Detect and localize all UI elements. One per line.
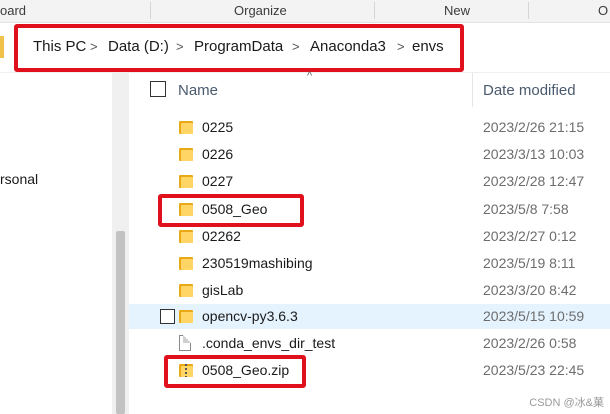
highlight-box-address (14, 24, 464, 72)
item-name: 230519mashibing (202, 255, 313, 271)
folder-icon (179, 174, 193, 189)
scrollbar-thumb[interactable] (116, 231, 125, 414)
list-item[interactable]: .conda_envs_dir_test 2023/2/26 0:58 (129, 331, 610, 356)
item-name: 0225 (202, 119, 234, 135)
column-date-modified[interactable]: Date modified (483, 82, 576, 99)
list-item[interactable]: 0226 2023/3/13 10:03 (129, 142, 610, 167)
item-date: 2023/5/15 10:59 (483, 308, 585, 324)
item-date: 2023/5/8 7:58 (483, 201, 569, 217)
folder-icon (179, 120, 193, 135)
select-all-checkbox[interactable] (150, 81, 166, 97)
ribbon-group-new: New (444, 3, 471, 18)
folder-icon (179, 229, 193, 244)
list-item[interactable]: 0225 2023/2/26 21:15 (129, 115, 610, 140)
ribbon-divider (150, 2, 151, 19)
column-header: ^ Name Date modified (129, 70, 610, 107)
item-name: .conda_envs_dir_test (202, 335, 336, 351)
nav-item-personal[interactable]: rsonal (0, 171, 38, 187)
item-date: 2023/5/23 22:45 (483, 362, 585, 378)
list-item[interactable]: 0227 2023/2/28 12:47 (129, 169, 610, 194)
watermark-text: CSDN @冰&菓 (529, 397, 604, 409)
item-date: 2023/2/27 0:12 (483, 228, 577, 244)
folder-icon (179, 309, 193, 324)
folder-icon (179, 283, 193, 298)
ribbon-group-clipboard: oard (0, 3, 27, 18)
nav-scrollbar[interactable] (112, 73, 129, 414)
item-name: gisLab (202, 282, 244, 298)
item-name: opencv-py3.6.3 (202, 308, 298, 324)
sort-up-icon: ^ (307, 70, 313, 82)
list-item[interactable]: 02262 2023/2/27 0:12 (129, 224, 610, 249)
row-checkbox[interactable] (160, 309, 175, 324)
ribbon-divider (374, 2, 375, 19)
column-name[interactable]: Name (178, 82, 218, 99)
list-item-selected[interactable]: opencv-py3.6.3 2023/5/15 10:59 (129, 304, 610, 329)
item-date: 2023/3/13 10:03 (483, 146, 585, 162)
item-name: 02262 (202, 228, 241, 244)
list-item[interactable]: gisLab 2023/3/20 8:42 (129, 278, 610, 303)
location-folder-icon (0, 36, 4, 58)
item-name: 0226 (202, 146, 234, 162)
folder-icon (179, 256, 193, 271)
item-date: 2023/2/26 0:58 (483, 335, 577, 351)
item-date: 2023/2/28 12:47 (483, 173, 585, 189)
highlight-box-0508-geo (158, 194, 304, 227)
list-item[interactable]: 230519mashibing 2023/5/19 8:11 (129, 251, 610, 276)
item-date: 2023/5/19 8:11 (483, 255, 576, 271)
highlight-box-0508-geo-zip (164, 355, 306, 388)
ribbon-group-labels: oard Organize New O (0, 0, 610, 23)
ribbon-divider (528, 2, 529, 19)
column-divider[interactable] (472, 73, 473, 107)
navigation-pane: rsonal (0, 73, 112, 414)
item-date: 2023/3/20 8:42 (483, 282, 577, 298)
ribbon-group-organize: Organize (234, 3, 287, 18)
item-name: 0227 (202, 173, 234, 189)
ribbon-group-open: O (598, 3, 609, 18)
file-icon (179, 335, 191, 351)
item-date: 2023/2/26 21:15 (483, 119, 585, 135)
folder-icon (179, 147, 193, 162)
